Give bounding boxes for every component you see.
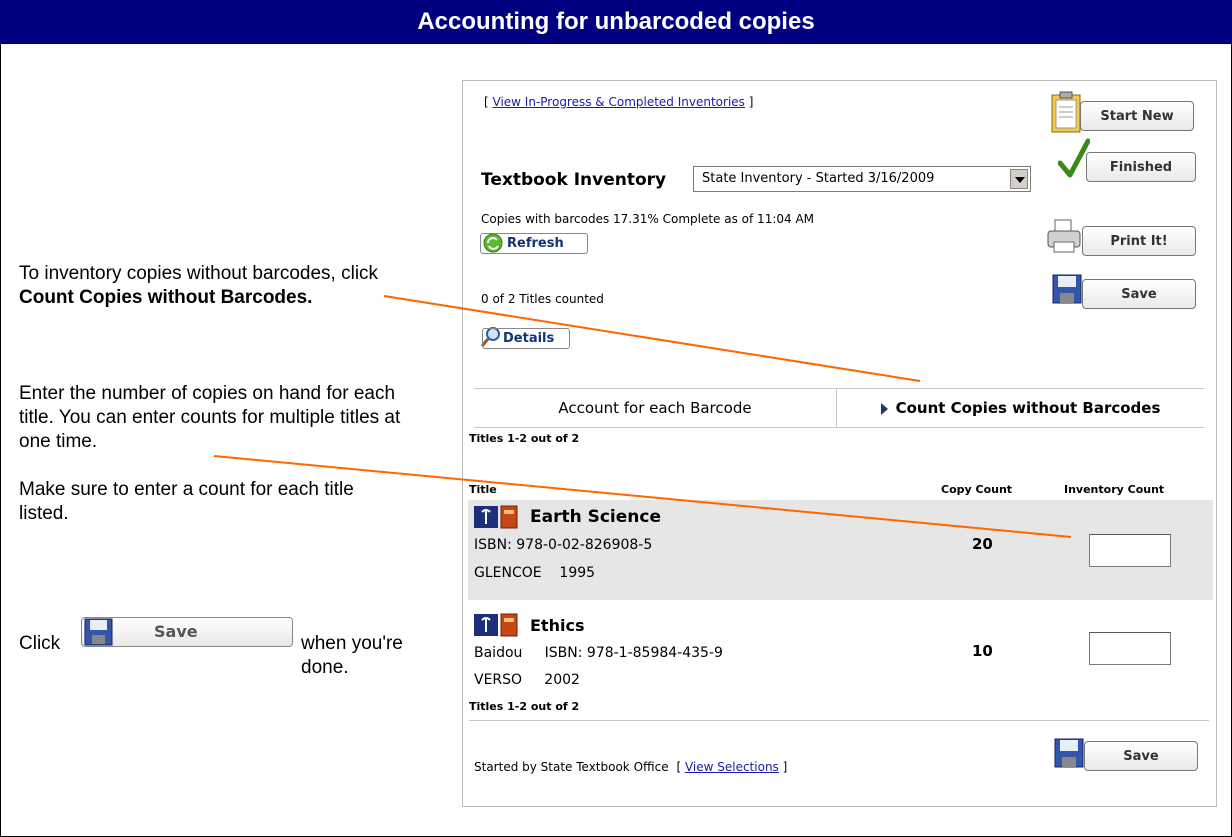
callout-line-inventory-count — [213, 455, 1072, 538]
callout-line-count-copies — [383, 295, 921, 382]
callout-lines — [213, 295, 1072, 538]
